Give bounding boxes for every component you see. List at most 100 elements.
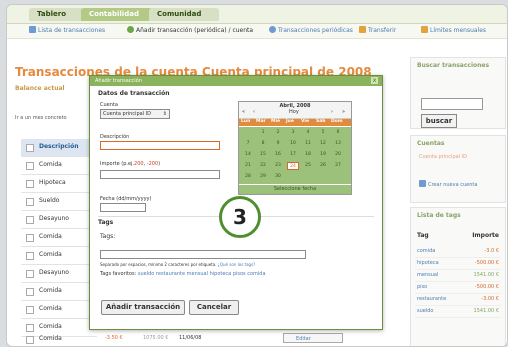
weekday-label: Lun: [241, 119, 251, 124]
amount-input[interactable]: [100, 170, 220, 179]
calendar-day[interactable]: 30: [272, 173, 284, 181]
calendar-day[interactable]: 25: [302, 162, 314, 170]
today-button[interactable]: Hoy: [289, 109, 299, 115]
row-checkbox[interactable]: [26, 288, 34, 296]
calendar-day[interactable]: 28: [242, 173, 254, 181]
sidebar: Buscar transacciones buscar Cuentas Cuen…: [410, 39, 506, 346]
tag-row: sueldo 1541.00 €: [415, 306, 501, 318]
tab-contabilidad[interactable]: Contabilidad: [81, 8, 153, 21]
calendar-day[interactable]: 8: [257, 140, 269, 148]
tags-help-link[interactable]: ¿Qué son los tags?: [218, 262, 256, 267]
calendar-day[interactable]: 10: [287, 140, 299, 148]
list-header-description[interactable]: Descripción: [39, 143, 79, 150]
calendar-day[interactable]: 26: [317, 162, 329, 170]
row-checkbox[interactable]: [26, 234, 34, 242]
edit-select[interactable]: Editar: [283, 333, 343, 343]
row-checkbox[interactable]: [26, 252, 34, 260]
table-row: Comida: [21, 301, 97, 319]
row-checkbox[interactable]: [26, 336, 34, 344]
calendar-day[interactable]: 12: [317, 140, 329, 148]
weekday-label: Vie: [301, 119, 309, 124]
subnav-transfer[interactable]: Transferir: [359, 26, 396, 36]
add-transaction-button[interactable]: Añadir transacción: [101, 300, 185, 315]
calendar-day[interactable]: 24: [287, 162, 299, 170]
prev-year-icon[interactable]: «: [242, 109, 245, 115]
calendar-day[interactable]: 22: [257, 162, 269, 170]
row-checkbox[interactable]: [26, 216, 34, 224]
date-input[interactable]: [100, 203, 146, 212]
tag-name[interactable]: mensual: [417, 272, 438, 278]
tags-label: Tags:: [100, 233, 116, 240]
tag-name[interactable]: hipoteca: [417, 260, 439, 266]
calendar-day[interactable]: 17: [287, 151, 299, 159]
row-description: Comida: [39, 251, 62, 258]
calendar-day[interactable]: 15: [257, 151, 269, 159]
calendar-day[interactable]: 1: [257, 129, 269, 137]
calendar-day[interactable]: 6: [332, 129, 344, 137]
row-checkbox[interactable]: [26, 324, 34, 332]
favorite-tags-links[interactable]: sueldo restaurante mensual hipoteca piso…: [138, 271, 266, 277]
row-description: Comida: [39, 233, 62, 240]
calendar-day[interactable]: 29: [257, 173, 269, 181]
tag-row: piso -500.00 €: [415, 282, 501, 294]
tag-value: -500.00 €: [474, 260, 499, 266]
favorite-tags-label: Tags favoritos:: [100, 271, 137, 277]
calendar-day[interactable]: 21: [242, 162, 254, 170]
subnav-list-transactions[interactable]: Lista de transacciones: [29, 26, 105, 36]
calendar-day[interactable]: 2: [272, 129, 284, 137]
subnav-limits[interactable]: Límites mensuales: [421, 26, 486, 36]
calendar-day[interactable]: 3: [287, 129, 299, 137]
calendar-day[interactable]: 14: [242, 151, 254, 159]
amount-hint-negative: -200: [146, 161, 159, 167]
row-checkbox[interactable]: [26, 162, 34, 170]
subnav-add-transaction[interactable]: Añadir transacción (periódica) / cuenta: [127, 26, 253, 36]
row-description: Desayuno: [39, 215, 69, 222]
goto-month-label[interactable]: Ir a un mes concreto: [15, 115, 67, 121]
table-row: Hipoteca: [21, 175, 97, 193]
account-select[interactable]: Cuenta principal ID ⇕: [100, 109, 170, 119]
calendar-day[interactable]: 5: [317, 129, 329, 137]
row-checkbox[interactable]: [26, 198, 34, 206]
row-checkbox[interactable]: [26, 306, 34, 314]
next-year-icon[interactable]: »: [342, 109, 345, 115]
search-input[interactable]: [421, 98, 483, 110]
calendar-day[interactable]: 16: [272, 151, 284, 159]
cancel-button[interactable]: Cancelar: [189, 300, 239, 315]
tag-row: comida -3.0 €: [415, 246, 501, 258]
calendar-day[interactable]: 27: [332, 162, 344, 170]
tag-name[interactable]: restaurante: [417, 296, 446, 302]
calendar-day[interactable]: 9: [272, 140, 284, 148]
search-button[interactable]: buscar: [421, 114, 457, 128]
account-link[interactable]: Cuenta principal ID: [419, 154, 467, 160]
description-input[interactable]: [100, 141, 220, 150]
tags-title: Lista de tags: [417, 212, 461, 219]
current-balance-label: Balance actual: [15, 85, 65, 92]
calendar-day[interactable]: 11: [302, 140, 314, 148]
next-month-icon[interactable]: ›: [331, 109, 333, 115]
tag-name[interactable]: comida: [417, 248, 435, 254]
tag-value: -3.0 €: [484, 248, 499, 254]
select-all-checkbox[interactable]: [26, 144, 34, 152]
tag-name[interactable]: piso: [417, 284, 427, 290]
calendar-day[interactable]: 4: [302, 129, 314, 137]
create-account-label: Crear nueva cuenta: [428, 182, 478, 188]
tag-name[interactable]: sueldo: [417, 308, 433, 314]
accounts-title: Cuentas: [417, 140, 445, 147]
create-account-link[interactable]: Crear nueva cuenta: [419, 180, 477, 188]
tag-value: -3.00 €: [481, 296, 499, 302]
prev-month-icon[interactable]: ‹: [253, 109, 255, 115]
row-checkbox[interactable]: [26, 270, 34, 278]
dialog-titlebar[interactable]: Añadir transacción x: [90, 76, 382, 86]
close-icon[interactable]: x: [371, 77, 378, 84]
tab-comunidad[interactable]: Comunidad: [149, 8, 219, 21]
calendar-day[interactable]: 23: [272, 162, 284, 170]
calendar-day[interactable]: 18: [302, 151, 314, 159]
calendar-day[interactable]: 20: [332, 151, 344, 159]
calendar-day[interactable]: 19: [317, 151, 329, 159]
subnav-periodic[interactable]: Transacciones periódicas: [269, 26, 353, 36]
tab-tablero[interactable]: Tablero: [29, 8, 85, 21]
tags-input[interactable]: [100, 250, 306, 259]
calendar-day[interactable]: 7: [242, 140, 254, 148]
calendar-day[interactable]: 13: [332, 140, 344, 148]
row-checkbox[interactable]: [26, 180, 34, 188]
